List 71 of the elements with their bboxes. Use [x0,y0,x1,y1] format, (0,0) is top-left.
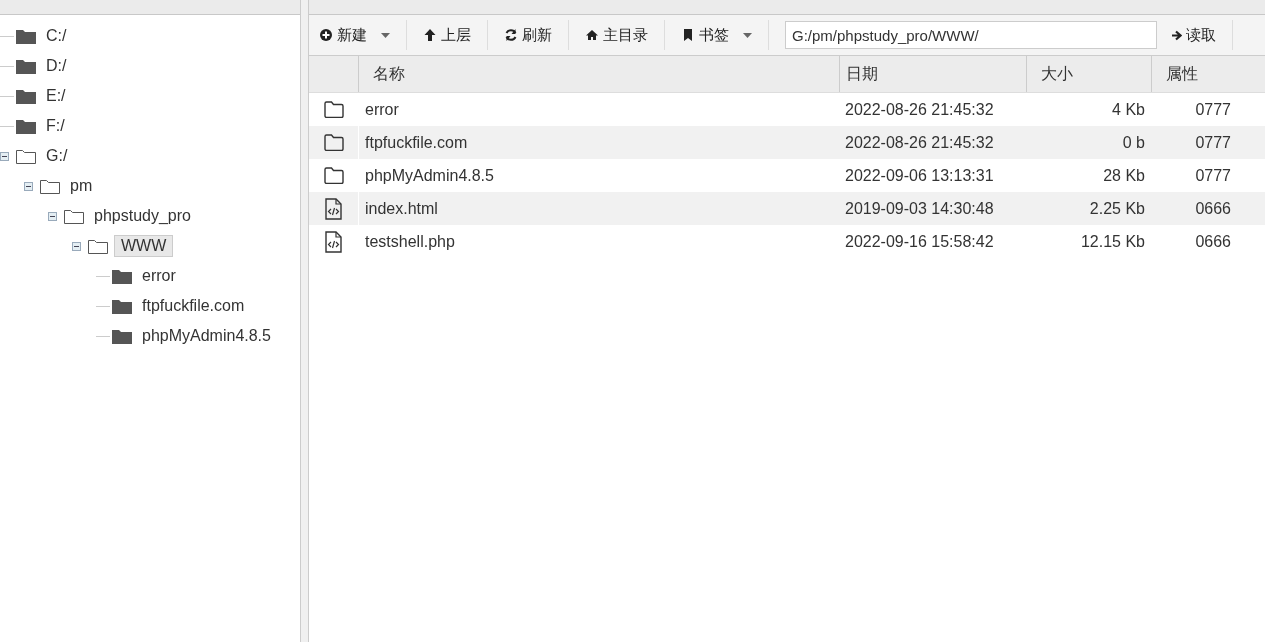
table-cell: 4 Kb [1112,100,1145,119]
code-file-icon [325,230,342,253]
folder-icon [323,101,344,118]
tree-item[interactable]: error [135,265,183,287]
tree-item[interactable]: ftpfuckfile.com [135,295,252,317]
column-header[interactable]: 属性 [1151,56,1265,92]
code-file-icon [325,197,342,220]
folder-icon [112,268,132,284]
tree-item[interactable]: F:/ [39,115,72,137]
table-cell: 2022-09-16 15:58:42 [845,232,994,251]
folder-icon [16,58,36,74]
arrow-right-icon [1171,29,1182,41]
plus-icon [319,28,333,42]
folder-icon [88,238,108,254]
folder-icon [323,134,344,151]
tree-item[interactable]: D:/ [39,55,74,77]
tree-item[interactable]: WWW [114,235,174,257]
folder-icon [40,178,60,194]
table-cell: 12.15 Kb [1080,232,1145,251]
table-cell: 28 Kb [1103,166,1145,185]
collapse-icon[interactable] [48,211,57,221]
toolbar-button[interactable]: 刷新 [504,20,569,50]
caret-icon [381,32,390,38]
tree-item[interactable]: C:/ [39,25,74,47]
toolbar-button[interactable]: 上层 [423,20,488,50]
table-cell: 0777 [1195,166,1231,185]
table-cell: 2022-08-26 21:45:32 [845,100,994,119]
collapse-icon[interactable] [72,241,81,251]
file-name[interactable]: testshell.php [365,232,455,251]
column-header[interactable]: 名称 [358,56,839,92]
table-cell: 2022-09-06 13:13:31 [845,166,994,185]
folder-icon [64,208,84,224]
table-cell: 2.25 Kb [1089,199,1145,218]
table-cell: 2019-09-03 14:30:48 [845,199,994,218]
folder-icon [16,148,36,164]
home-icon [585,28,599,42]
tree-item[interactable]: phpstudy_pro [87,205,198,227]
table-cell: 0777 [1195,133,1231,152]
tree-item[interactable]: E:/ [39,85,73,107]
table-cell: 0666 [1195,199,1231,218]
refresh-icon [504,28,518,42]
collapse-icon[interactable] [24,181,33,191]
path-field[interactable]: G:/pm/phpstudy_pro/WWW/ [785,21,1157,49]
file-name[interactable]: error [365,100,399,119]
collapse-icon[interactable] [0,151,9,161]
read-button[interactable]: 读取 [1171,20,1233,50]
folder-icon [16,28,36,44]
tree-item[interactable]: G:/ [39,145,75,167]
file-name[interactable]: ftpfuckfile.com [365,133,468,152]
toolbar-button[interactable]: 新建 [319,20,407,50]
folder-icon [112,328,132,344]
column-header[interactable]: 日期 [839,56,1026,92]
tree-item[interactable]: phpMyAdmin4.8.5 [135,325,278,347]
up-arrow-icon [423,28,437,42]
bookmark-icon [681,28,695,42]
toolbar-button[interactable]: 书签 [681,20,769,50]
toolbar-button[interactable]: 主目录 [585,20,665,50]
table-cell: 0777 [1195,100,1231,119]
table-cell: 0666 [1195,232,1231,251]
table-cell: 2022-08-26 21:45:32 [845,133,994,152]
folder-icon [323,167,344,184]
table-cell: 0 b [1122,133,1145,152]
caret-icon [743,32,752,38]
file-name[interactable]: phpMyAdmin4.8.5 [365,166,494,185]
folder-icon [16,118,36,134]
folder-icon [16,88,36,104]
column-header[interactable]: 大小 [1026,56,1151,92]
tree-item[interactable]: pm [63,175,100,197]
folder-icon [112,298,132,314]
file-name[interactable]: index.html [365,199,438,218]
splitter-handle[interactable] [301,0,309,642]
